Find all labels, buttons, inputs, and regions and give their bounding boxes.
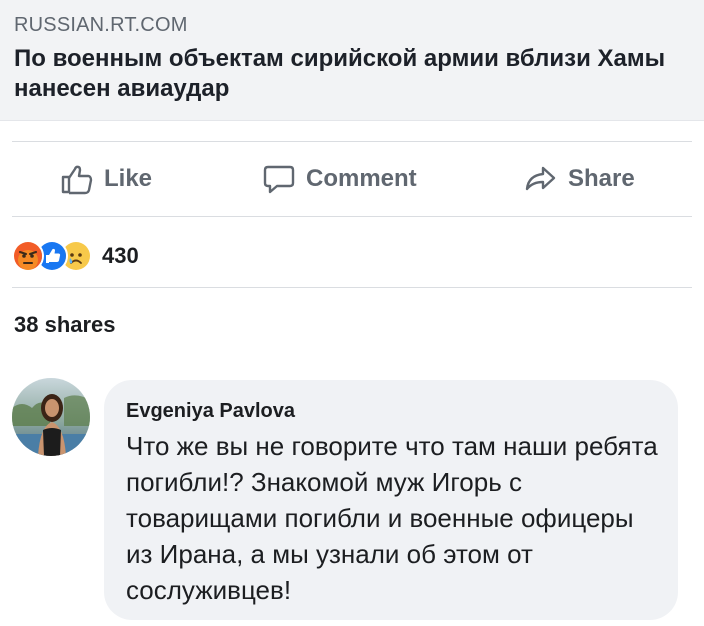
reactions-summary[interactable]: 430 bbox=[12, 236, 139, 276]
shares-count[interactable]: 38 shares bbox=[14, 312, 116, 338]
comment-author[interactable]: Evgeniya Pavlova bbox=[126, 400, 295, 423]
angry-reaction-icon bbox=[12, 240, 44, 272]
link-title[interactable]: По военным объектам сирийской армии вбли… bbox=[14, 44, 694, 104]
comment-label: Comment bbox=[306, 165, 417, 192]
reaction-count: 430 bbox=[102, 243, 139, 268]
facebook-post: RUSSIAN.RT.COM По военным объектам сирий… bbox=[0, 0, 704, 626]
divider bbox=[12, 287, 692, 288]
link-domain: RUSSIAN.RT.COM bbox=[14, 14, 188, 36]
share-label: Share bbox=[568, 165, 635, 192]
action-bar: Like Comment Share bbox=[12, 141, 692, 217]
like-label: Like bbox=[104, 165, 153, 192]
comment-text: Что же вы не говорите что там наши ребят… bbox=[126, 431, 658, 605]
share-button[interactable]: Share bbox=[524, 142, 635, 216]
like-button[interactable]: Like bbox=[60, 142, 152, 216]
thumbs-up-icon bbox=[60, 162, 94, 196]
share-arrow-icon bbox=[524, 162, 558, 196]
speech-bubble-icon bbox=[262, 162, 296, 196]
comment-button[interactable]: Comment bbox=[262, 142, 417, 216]
link-preview-card[interactable]: RUSSIAN.RT.COM По военным объектам сирий… bbox=[0, 0, 704, 121]
comment-bubble: Evgeniya Pavlova Что же вы не говорите ч… bbox=[104, 380, 678, 620]
avatar[interactable] bbox=[12, 378, 90, 456]
